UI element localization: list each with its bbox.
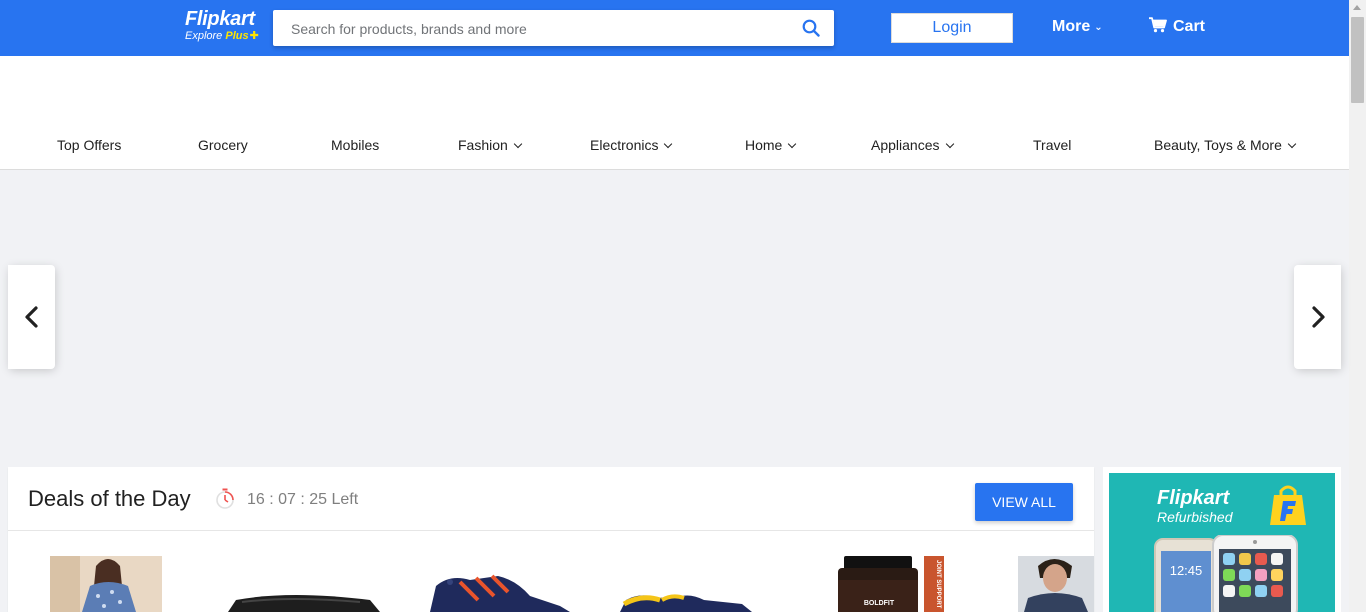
category-nav: Top Offers Grocery Mobiles Fashion Elect… xyxy=(0,56,1349,170)
deal-countdown-timer: 16 : 07 : 25 Left xyxy=(247,491,359,508)
nav-item-label: Travel xyxy=(1033,137,1072,153)
promo-tagline: Refurbished xyxy=(1157,509,1233,525)
deal-product-supplement[interactable]: BOLDFIT JOINT SUPPORT xyxy=(834,556,946,612)
cart-icon xyxy=(1149,17,1167,33)
chevron-left-icon xyxy=(25,306,38,328)
nav-item-label: Electronics xyxy=(590,137,659,153)
deal-product-dress[interactable] xyxy=(50,556,162,612)
deals-title: Deals of the Day xyxy=(28,486,191,511)
refurbished-promo-card[interactable]: Flipkart Refurbished 12:45 xyxy=(1103,467,1341,612)
search-icon[interactable] xyxy=(802,19,820,37)
chevron-down-icon xyxy=(945,139,954,149)
chevron-down-icon xyxy=(513,139,523,149)
chevron-right-icon xyxy=(1312,306,1325,328)
dress-model-image xyxy=(50,556,162,612)
nav-item-label: Grocery xyxy=(198,137,248,153)
promo-brand: Flipkart xyxy=(1157,487,1230,509)
scroll-up-arrow-icon[interactable] xyxy=(1353,5,1361,10)
more-label: More xyxy=(1052,18,1091,35)
yellow-sneaker-image xyxy=(620,594,752,612)
nav-item-home[interactable]: Home xyxy=(745,137,797,153)
flipkart-logo[interactable]: Flipkart Explore Plus✚ xyxy=(185,8,265,48)
chevron-down-icon xyxy=(664,139,673,149)
black-gadget-image xyxy=(228,595,380,612)
carousel-prev-button[interactable] xyxy=(8,265,55,369)
shopping-bag-icon xyxy=(1270,485,1306,525)
refurbished-banner: Flipkart Refurbished 12:45 xyxy=(1109,473,1335,612)
nav-item-label: Top Offers xyxy=(57,137,122,153)
chevron-down-icon xyxy=(1287,139,1297,149)
chevron-down-icon: ⌄ xyxy=(1094,22,1103,33)
view-all-button[interactable]: VIEW ALL xyxy=(975,483,1073,521)
cart-label: Cart xyxy=(1173,18,1206,35)
logo-plus-text: Plus xyxy=(225,30,249,42)
deals-header: Deals of the Day 16 : 07 : 25 Left VIEW … xyxy=(8,467,1094,531)
nav-item-electronics[interactable]: Electronics xyxy=(590,137,673,153)
login-button[interactable]: Login xyxy=(891,13,1013,43)
logo-explore-text: Explore xyxy=(185,30,223,42)
deals-of-the-day-section: Deals of the Day 16 : 07 : 25 Left VIEW … xyxy=(8,467,1094,612)
nav-item-label: Fashion xyxy=(458,137,508,153)
supplement-side-label: JOINT SUPPORT xyxy=(935,560,941,609)
nav-item-beauty-toys-more[interactable]: Beauty, Toys & More xyxy=(1154,137,1297,153)
nav-item-label: Beauty, Toys & More xyxy=(1154,137,1282,153)
more-menu[interactable]: More ⌄ xyxy=(1052,17,1103,39)
search-bar xyxy=(273,10,834,48)
deal-product-sneaker-navy[interactable] xyxy=(420,556,580,612)
phone-clock-text: 12:45 xyxy=(1170,563,1203,578)
phones-image: 12:45 xyxy=(1154,535,1298,612)
nav-item-grocery[interactable]: Grocery xyxy=(198,137,248,153)
nav-item-label: Mobiles xyxy=(331,137,380,153)
deal-product-tshirt[interactable] xyxy=(1018,556,1094,612)
supplement-brand-mark: BOLDFIT xyxy=(864,600,895,607)
nav-item-travel[interactable]: Travel xyxy=(1033,137,1071,153)
plus-icon: ✚ xyxy=(249,30,259,42)
search-input[interactable] xyxy=(289,10,793,48)
top-header: Flipkart Explore Plus✚ Login More⌄ Cart xyxy=(0,0,1349,56)
nav-item-top-offers[interactable]: Top Offers xyxy=(57,137,121,153)
nav-item-fashion[interactable]: Fashion xyxy=(458,137,523,153)
nav-item-appliances[interactable]: Appliances xyxy=(871,137,954,153)
chevron-down-icon xyxy=(788,139,797,149)
nav-item-label: Home xyxy=(745,137,783,153)
deal-product-gadget[interactable] xyxy=(220,556,380,612)
nav-item-label: Appliances xyxy=(871,137,940,153)
logo-wordmark: Flipkart xyxy=(185,8,255,30)
deal-product-sneaker-yellow[interactable] xyxy=(612,556,772,612)
cart-link[interactable]: Cart xyxy=(1149,17,1205,37)
carousel-next-button[interactable] xyxy=(1294,265,1341,369)
scrollbar-thumb[interactable] xyxy=(1351,17,1364,103)
navy-sneaker-image xyxy=(430,574,570,612)
supplement-jar-image: BOLDFIT JOINT SUPPORT xyxy=(838,556,944,612)
tshirt-model-image xyxy=(1018,556,1094,612)
logo-tagline: Explore Plus✚ xyxy=(185,30,265,42)
clock-icon xyxy=(216,488,234,509)
nav-item-mobiles[interactable]: Mobiles xyxy=(331,137,379,153)
